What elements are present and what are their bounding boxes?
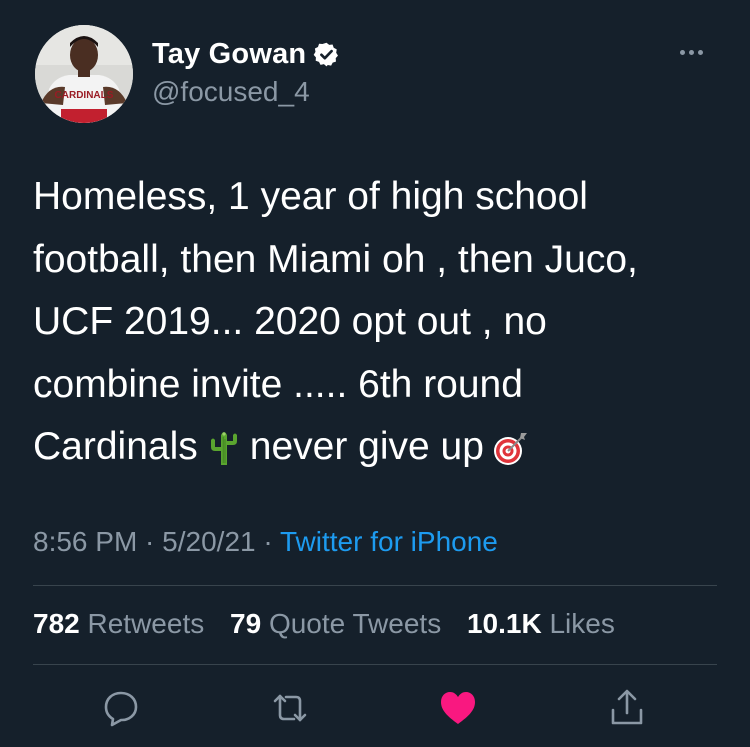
more-icon[interactable]	[680, 50, 703, 55]
cactus-emoji	[210, 432, 237, 465]
avatar[interactable]: CARDINALS	[35, 25, 133, 123]
tweet-meta: 8:56 PM · 5/20/21 · Twitter for iPhone	[33, 526, 498, 558]
tweet-line-5: Cardinals never give up	[33, 416, 723, 479]
likes-stat[interactable]: 10.1K Likes	[467, 608, 615, 639]
tweet-time: 8:56 PM	[33, 526, 138, 557]
likes-label: Likes	[549, 608, 615, 639]
tweet-date: 5/20/21	[162, 526, 256, 557]
like-icon[interactable]	[438, 688, 478, 728]
divider	[33, 664, 717, 665]
direct-hit-emoji	[493, 433, 527, 465]
meta-separator: ·	[255, 526, 280, 557]
verified-badge-icon	[314, 42, 339, 67]
retweet-icon[interactable]	[270, 688, 310, 728]
retweets-count: 782	[33, 608, 80, 639]
tweet-line-3: UCF 2019... 2020 opt out , no	[33, 300, 547, 343]
reply-icon[interactable]	[101, 688, 141, 728]
tweet-line-5-start: Cardinals	[33, 425, 198, 468]
meta-separator: ·	[137, 526, 163, 557]
action-bar	[0, 688, 750, 728]
tweet-text: Homeless, 1 year of high school football…	[33, 166, 723, 479]
tweet-line-5-end: never give up	[249, 425, 484, 468]
divider	[33, 585, 717, 586]
likes-count: 10.1K	[466, 608, 542, 639]
quote-tweets-stat[interactable]: 79 Quote Tweets	[230, 608, 441, 639]
retweets-stat[interactable]: 782 Retweets	[33, 608, 204, 639]
share-icon[interactable]	[607, 688, 647, 728]
tweet-line-2: football, then Miami oh , then Juco,	[33, 237, 638, 281]
retweets-label: Retweets	[87, 608, 205, 639]
avatar-shirt-text: CARDINALS	[55, 90, 114, 101]
tweet-line-4: combine invite ..... 6th round	[33, 362, 523, 406]
display-name-text: Tay Gowan	[152, 38, 307, 70]
quote-tweets-count: 79	[230, 608, 262, 639]
quote-tweets-label: Quote Tweets	[268, 608, 442, 639]
tweet-stats: 782 Retweets 79 Quote Tweets 10.1K Likes	[33, 608, 633, 640]
handle[interactable]: @focused_4	[152, 76, 310, 108]
tweet-source-link[interactable]: Twitter for iPhone	[280, 526, 498, 557]
display-name[interactable]: Tay Gowan	[152, 38, 340, 71]
tweet-line-1: Homeless, 1 year of high school	[33, 175, 588, 218]
